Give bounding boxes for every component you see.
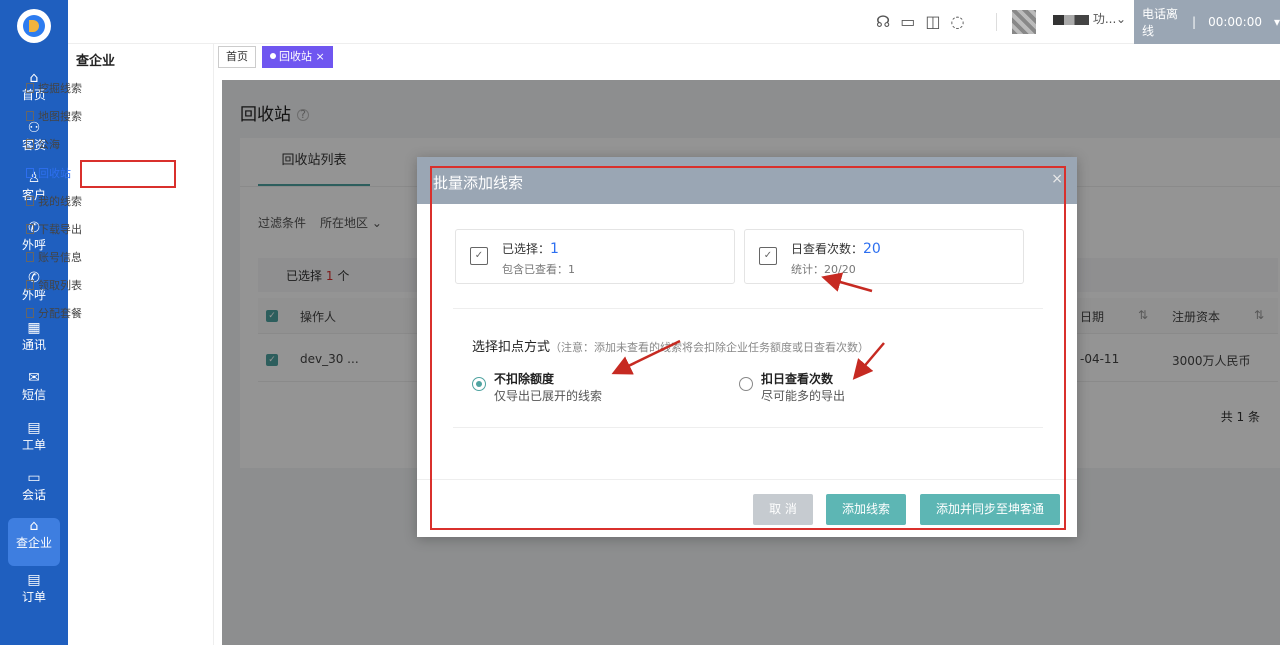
arrow-to-daily-count [821, 272, 873, 293]
arrow-to-deduct-views [852, 342, 885, 380]
annotation-arrows [611, 272, 885, 380]
arrow-to-no-deduction [611, 339, 681, 375]
